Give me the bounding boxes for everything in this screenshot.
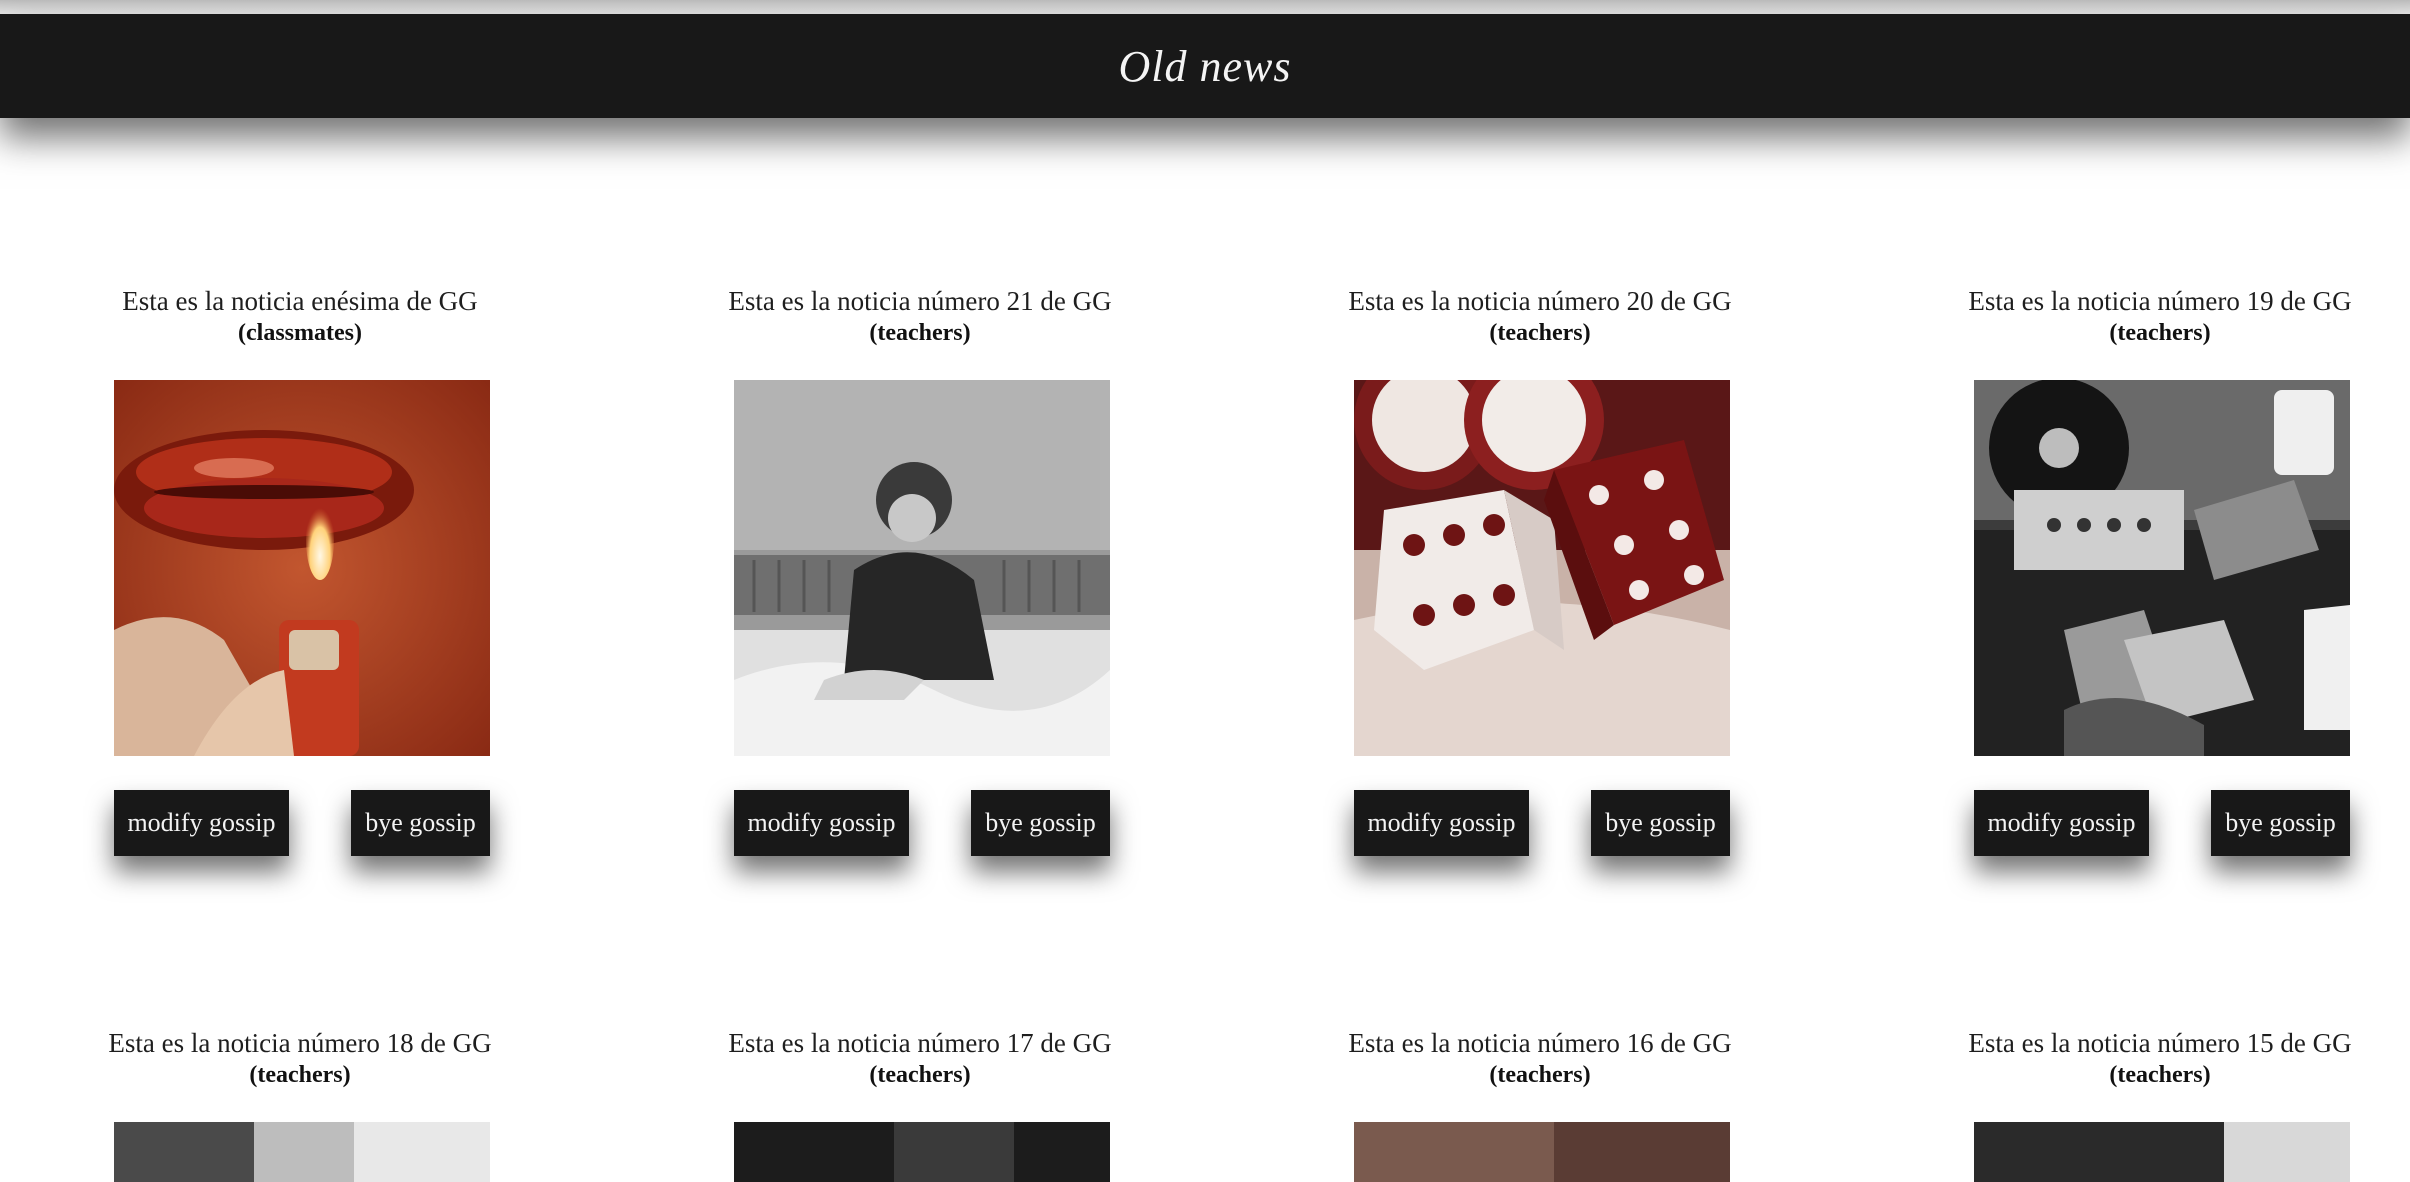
news-image-record-player [1974,380,2350,756]
news-image [1354,1122,1730,1182]
bye-gossip-button[interactable]: bye gossip [971,790,1110,856]
news-grid: Esta es la noticia enésima de GG (classm… [0,0,2410,1182]
modify-gossip-button[interactable]: modify gossip [734,790,909,856]
page-header: Old news [0,14,2410,118]
news-image [1974,1122,2350,1182]
news-card: Esta es la noticia número 20 de GG (teac… [1240,284,1840,856]
news-title: Esta es la noticia número 20 de GG [1348,286,1732,316]
news-title: Esta es la noticia número 19 de GG [1968,286,2352,316]
news-title: Esta es la noticia enésima de GG [122,286,478,316]
news-card: Esta es la noticia número 16 de GG (teac… [1240,1026,1840,1182]
news-image [114,1122,490,1182]
news-title: Esta es la noticia número 21 de GG [728,286,1112,316]
news-image-woman-phone [734,380,1110,756]
news-title: Esta es la noticia número 18 de GG [108,1028,492,1058]
news-category: (teachers) [1489,320,1591,346]
news-card: Esta es la noticia número 15 de GG (teac… [1860,1026,2410,1182]
news-title: Esta es la noticia número 16 de GG [1348,1028,1732,1058]
news-category: (teachers) [869,320,971,346]
bye-gossip-button[interactable]: bye gossip [1591,790,1730,856]
news-category: (teachers) [249,1062,351,1088]
news-image [734,1122,1110,1182]
news-category: (teachers) [2109,1062,2211,1088]
news-image-lips-lighter [114,380,490,756]
news-category: (classmates) [238,320,362,346]
news-title: Esta es la noticia número 15 de GG [1968,1028,2352,1058]
news-card: Esta es la noticia número 19 de GG (teac… [1860,284,2410,856]
news-card: Esta es la noticia número 18 de GG (teac… [0,1026,600,1182]
modify-gossip-button[interactable]: modify gossip [1354,790,1529,856]
modify-gossip-button[interactable]: modify gossip [1974,790,2149,856]
modify-gossip-button[interactable]: modify gossip [114,790,289,856]
bye-gossip-button[interactable]: bye gossip [351,790,490,856]
news-card: Esta es la noticia número 21 de GG (teac… [620,284,1220,856]
page-title: Old news [1118,41,1292,91]
bye-gossip-button[interactable]: bye gossip [2211,790,2350,856]
news-category: (teachers) [2109,320,2211,346]
news-image-dice [1354,380,1730,756]
news-card: Esta es la noticia número 17 de GG (teac… [620,1026,1220,1182]
news-title: Esta es la noticia número 17 de GG [728,1028,1112,1058]
news-category: (teachers) [869,1062,971,1088]
news-category: (teachers) [1489,1062,1591,1088]
news-card: Esta es la noticia enésima de GG (classm… [0,284,600,856]
